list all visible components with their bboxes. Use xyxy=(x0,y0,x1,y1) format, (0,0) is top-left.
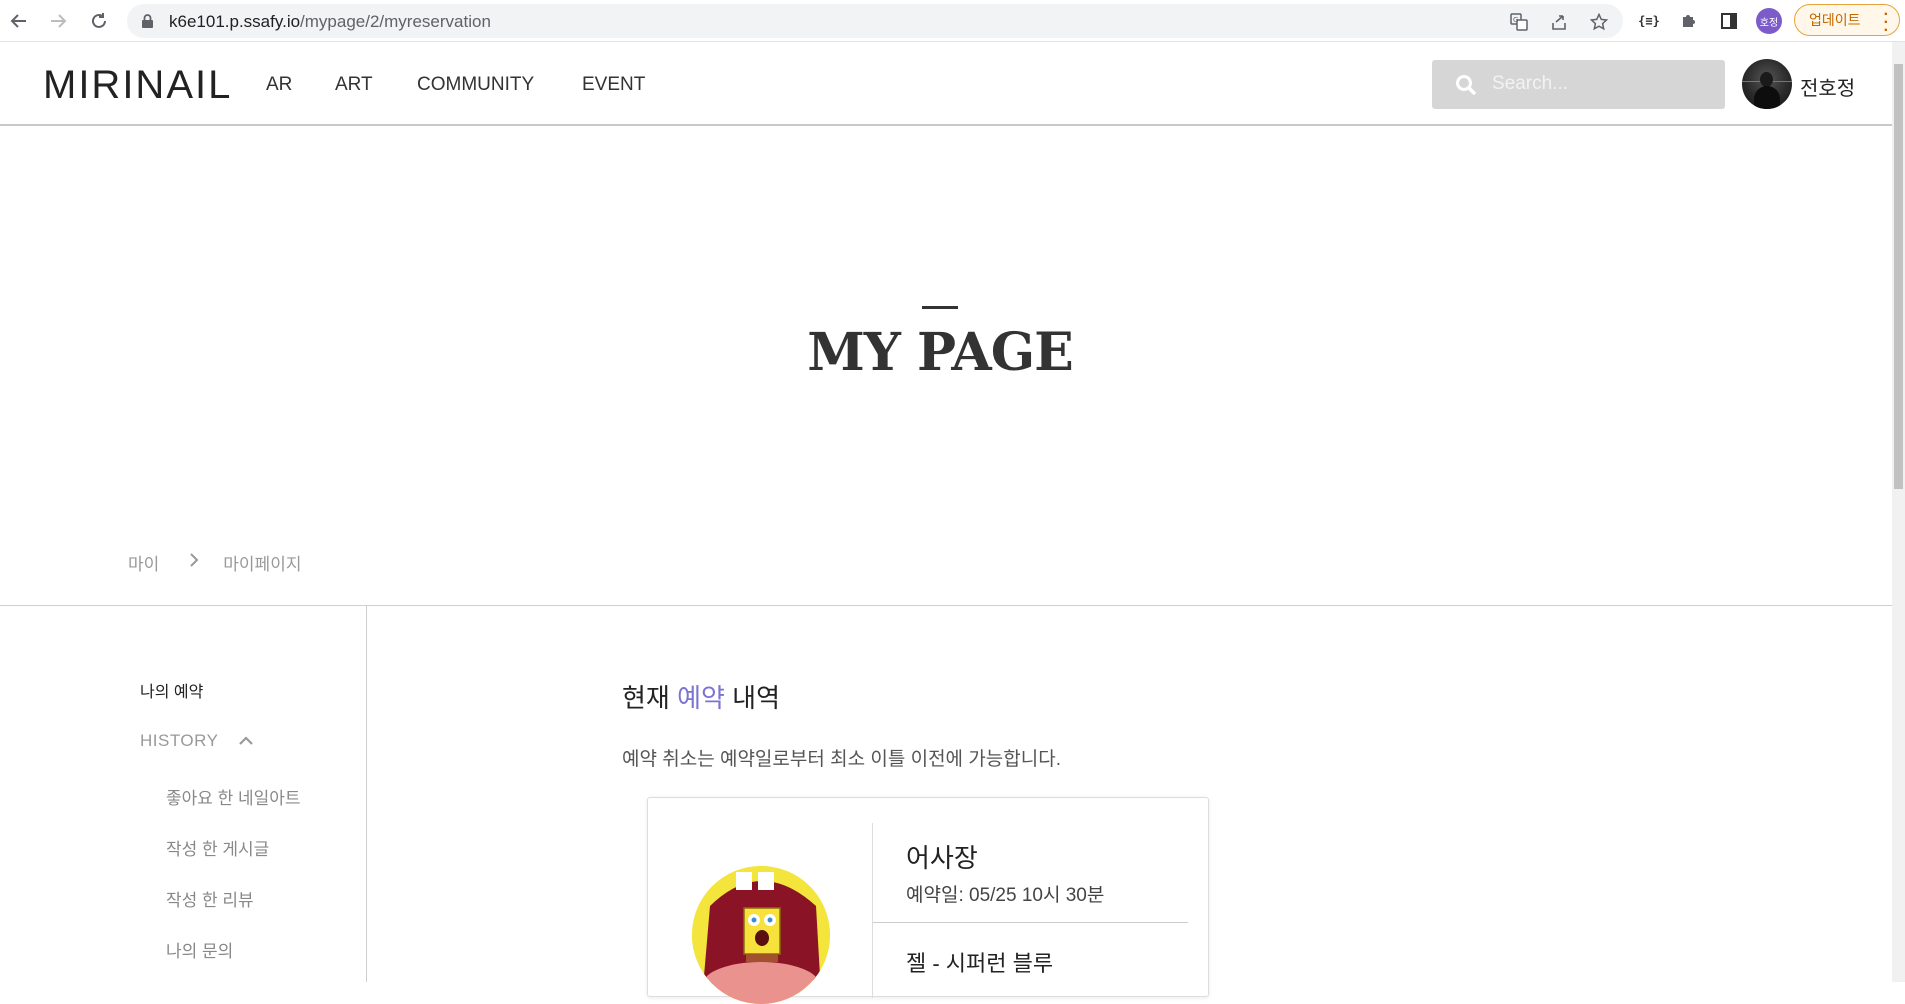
update-label: 업데이트 xyxy=(1809,12,1861,28)
search-input[interactable] xyxy=(1492,71,1712,97)
site-logo[interactable]: MIRINAIL xyxy=(43,63,232,108)
lock-icon xyxy=(141,14,154,34)
search-icon xyxy=(1454,73,1478,102)
section-title-prefix: 현재 xyxy=(622,683,678,713)
side-panel-icon[interactable] xyxy=(1716,8,1742,34)
nav-link-community[interactable]: COMMUNITY xyxy=(417,74,534,96)
breadcrumb-root[interactable]: 마이 xyxy=(128,550,159,575)
browser-update-button[interactable]: 업데이트 · · · xyxy=(1794,4,1900,39)
card-divider-horizontal xyxy=(873,922,1188,923)
chevron-up-icon xyxy=(238,731,254,751)
url-text: k6e101.p.ssafy.io/mypage/2/myreservation xyxy=(169,12,491,31)
sidebar-history-label: HISTORY xyxy=(140,731,219,750)
reservation-date: 예약일: 05/25 10시 30분 xyxy=(906,885,1105,906)
translate-icon[interactable]: G xyxy=(1509,12,1529,32)
nav-link-ar[interactable]: AR xyxy=(266,74,292,96)
breadcrumb-current: 마이페이지 xyxy=(223,555,302,574)
page-scrollbar[interactable] xyxy=(1892,42,1905,982)
extensions-puzzle-icon[interactable] xyxy=(1676,8,1702,34)
json-viewer-extension-icon[interactable]: {≡} xyxy=(1636,8,1662,34)
cancel-notice: 예약 취소는 예약일로부터 최소 이틀 이전에 가능합니다. xyxy=(622,749,1061,770)
shop-profile-image xyxy=(692,866,830,1004)
svg-text:G: G xyxy=(1513,16,1518,24)
browser-profile-avatar[interactable]: 호정 xyxy=(1756,8,1782,34)
section-divider xyxy=(0,605,1892,606)
nail-design-name: 젤 - 시퍼런 블루 xyxy=(906,951,1054,976)
sidebar-item-my-reservation[interactable]: 나의 예약 xyxy=(140,678,203,702)
browser-toolbar: k6e101.p.ssafy.io/mypage/2/myreservation… xyxy=(0,0,1905,42)
address-bar[interactable]: k6e101.p.ssafy.io/mypage/2/myreservation… xyxy=(127,4,1623,38)
section-title: 현재 예약 내역 xyxy=(622,678,780,715)
user-name[interactable]: 전호정 xyxy=(1800,72,1855,101)
share-icon[interactable] xyxy=(1549,12,1569,32)
section-title-accent: 예약 xyxy=(677,683,725,713)
reservation-card[interactable]: 어사장 예약일: 05/25 10시 30분 젤 - 시퍼런 블루 xyxy=(647,797,1209,1004)
sidebar-divider xyxy=(366,606,367,982)
sidebar-item-my-inquiries[interactable]: 나의 문의 xyxy=(166,937,233,962)
scrollbar-thumb[interactable] xyxy=(1894,64,1903,489)
shop-name: 어사장 xyxy=(906,843,978,873)
sidebar-item-my-posts[interactable]: 작성 한 게시글 xyxy=(166,835,269,860)
nav-link-art[interactable]: ART xyxy=(335,74,373,96)
section-title-suffix: 내역 xyxy=(724,683,780,713)
sidebar-item-liked-nailart[interactable]: 좋아요 한 네일아트 xyxy=(166,784,301,809)
search-box[interactable] xyxy=(1432,60,1725,109)
chevron-right-icon xyxy=(189,552,199,573)
forward-icon[interactable] xyxy=(45,8,71,34)
site-header: MIRINAIL AR ART COMMUNITY EVENT 전호정 xyxy=(0,43,1892,126)
more-vert-icon: · · · xyxy=(1883,6,1889,39)
page-title: MY PAGE xyxy=(807,322,1074,383)
back-icon[interactable] xyxy=(6,8,32,34)
sidebar-history-toggle[interactable]: HISTORY xyxy=(140,731,254,751)
reload-icon[interactable] xyxy=(86,8,112,34)
sidebar-item-my-reviews[interactable]: 작성 한 리뷰 xyxy=(166,886,254,911)
nav-link-event[interactable]: EVENT xyxy=(582,74,645,96)
breadcrumb: 마이 마이페이지 xyxy=(128,550,301,575)
user-avatar[interactable] xyxy=(1742,59,1792,109)
title-decoration-dash xyxy=(922,306,958,309)
bookmark-star-icon[interactable] xyxy=(1589,12,1609,32)
card-divider-vertical xyxy=(872,823,873,998)
